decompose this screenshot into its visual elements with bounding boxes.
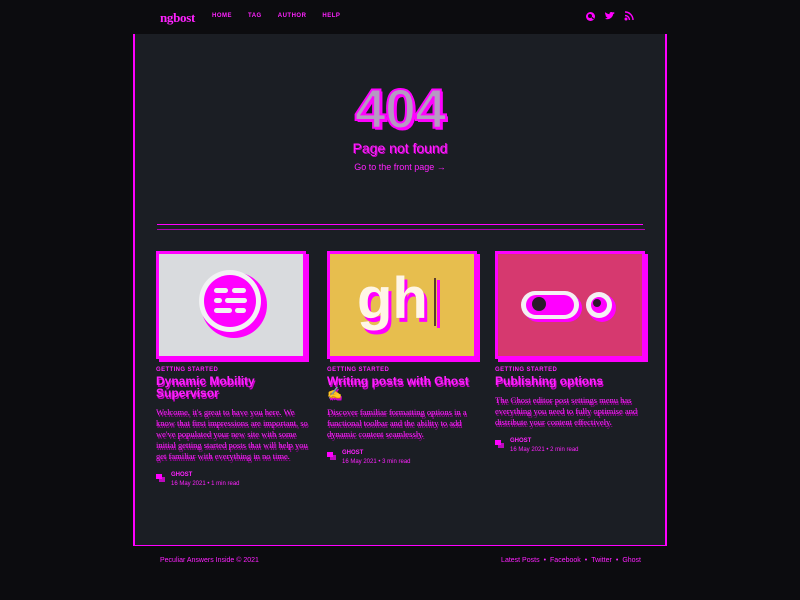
nav-item-tag[interactable]: Tag bbox=[248, 13, 262, 19]
post-tag[interactable]: Getting started bbox=[156, 367, 308, 373]
post-excerpt: The Ghost editor post settings menu has … bbox=[495, 395, 638, 427]
rss-icon[interactable] bbox=[624, 11, 636, 21]
error-message: Page not found bbox=[352, 140, 448, 156]
post-date: 16 May 2021 bbox=[510, 447, 545, 453]
site-logo[interactable]: ngbost bbox=[160, 10, 195, 26]
toggle-switch-icon bbox=[521, 291, 616, 322]
post-date: 16 May 2021 bbox=[342, 459, 377, 465]
footer-separator: • bbox=[543, 557, 547, 564]
footer-copyright: Peculiar Answers Inside © 2021 bbox=[160, 557, 259, 564]
post-card[interactable]: Getting started Dynamic Mobility Supervi… bbox=[156, 251, 308, 487]
footer-separator: • bbox=[615, 557, 619, 564]
footer-separator: • bbox=[584, 557, 588, 564]
post-title[interactable]: Writing posts with Ghost ✍️ bbox=[327, 375, 479, 399]
footer-link-ghost[interactable]: Ghost bbox=[622, 557, 641, 564]
section-divider bbox=[157, 224, 643, 225]
post-card[interactable]: Getting started Publishing options The G… bbox=[495, 251, 647, 453]
post-date: 16 May 2021 bbox=[171, 481, 206, 487]
post-title[interactable]: Publishing options bbox=[495, 375, 647, 387]
main-nav: Home Tag Author Help bbox=[212, 13, 340, 19]
post-date-readtime: 16 May 2021 • 2 min read bbox=[510, 447, 579, 453]
ghost-logo-icon bbox=[199, 270, 267, 338]
post-meta: Ghost 16 May 2021 • 2 min read bbox=[495, 438, 647, 453]
post-author[interactable]: Ghost bbox=[510, 438, 579, 444]
front-page-link[interactable]: Go to the front page → bbox=[135, 162, 665, 172]
post-meta: Ghost 16 May 2021 • 3 min read bbox=[327, 450, 479, 465]
author-avatar-icon[interactable] bbox=[156, 474, 165, 482]
post-tag[interactable]: Getting started bbox=[495, 367, 647, 373]
post-title[interactable]: Dynamic Mobility Supervisor bbox=[156, 375, 308, 399]
nav-item-home[interactable]: Home bbox=[212, 13, 232, 19]
twitter-icon[interactable] bbox=[604, 11, 616, 21]
author-avatar-icon[interactable] bbox=[327, 452, 336, 460]
post-meta: Ghost 16 May 2021 • 1 min read bbox=[156, 472, 308, 487]
post-tag[interactable]: Getting started bbox=[327, 367, 479, 373]
post-author[interactable]: Ghost bbox=[342, 450, 411, 456]
post-author[interactable]: Ghost bbox=[171, 472, 240, 478]
main-panel: 404 Page not found Go to the front page … bbox=[133, 34, 667, 546]
footer-links: Latest Posts • Facebook • Twitter • Ghost bbox=[501, 557, 641, 564]
post-date-readtime: 16 May 2021 • 3 min read bbox=[342, 459, 411, 465]
author-avatar-icon[interactable] bbox=[495, 440, 504, 448]
top-bar: ngbost Home Tag Author Help bbox=[0, 0, 800, 34]
post-excerpt: Discover familiar formatting options in … bbox=[327, 407, 467, 439]
post-date-readtime: 16 May 2021 • 1 min read bbox=[171, 481, 240, 487]
error-code: 404 bbox=[354, 76, 447, 141]
footer-link-twitter[interactable]: Twitter bbox=[591, 557, 612, 564]
post-excerpt: Welcome, it's great to have you here. We… bbox=[156, 407, 308, 461]
nav-item-help[interactable]: Help bbox=[322, 13, 340, 19]
footer-link-latest-posts[interactable]: Latest Posts bbox=[501, 557, 540, 564]
social-icons bbox=[584, 11, 636, 21]
post-feature-image[interactable] bbox=[495, 251, 645, 359]
section-divider-shadow bbox=[157, 229, 645, 230]
gh-editor-icon: gh gh bbox=[357, 266, 440, 335]
post-reading-time: 2 min read bbox=[550, 447, 579, 453]
post-feature-image[interactable] bbox=[156, 251, 306, 359]
footer-link-facebook[interactable]: Facebook bbox=[550, 557, 581, 564]
post-reading-time: 3 min read bbox=[382, 459, 411, 465]
post-reading-time: 1 min read bbox=[211, 481, 240, 487]
svg-text:gh: gh bbox=[357, 266, 428, 331]
post-feature-image[interactable]: gh gh bbox=[327, 251, 477, 359]
search-icon[interactable] bbox=[584, 11, 596, 21]
nav-item-author[interactable]: Author bbox=[278, 13, 307, 19]
post-card[interactable]: gh gh Getting started Writing posts with… bbox=[327, 251, 479, 465]
